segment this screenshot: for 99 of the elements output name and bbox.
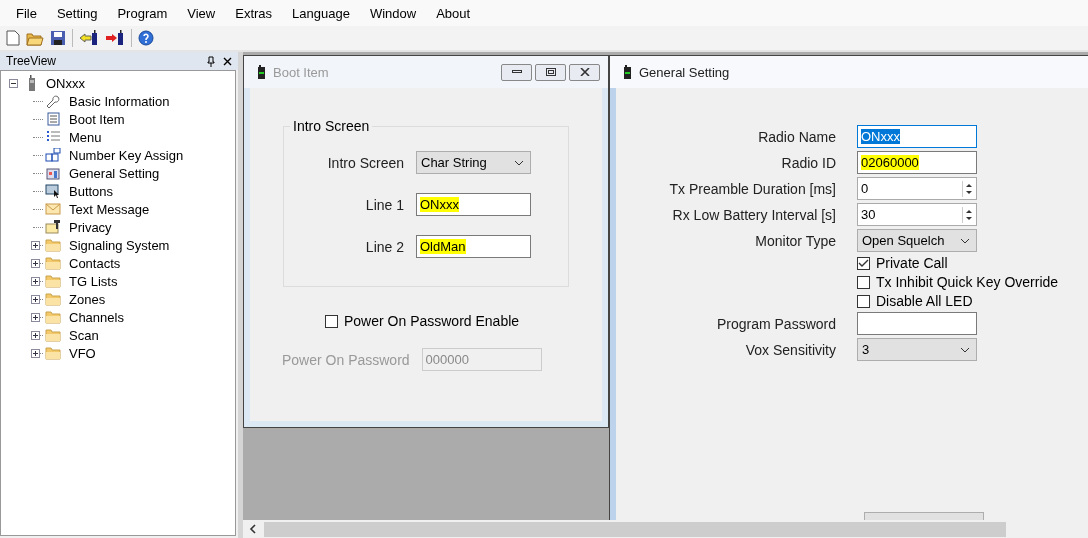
input-field[interactable]: ONxxx (857, 125, 977, 148)
input-field[interactable]: ONxxx (416, 193, 531, 216)
panel-title: TreeView (6, 54, 58, 68)
checkbox-label[interactable]: Power On Password Enable (344, 313, 520, 329)
tree-item[interactable]: Basic Information (69, 93, 170, 109)
tree-item[interactable]: ONxxx (46, 75, 85, 91)
field-label: Radio Name (757, 128, 836, 145)
folder-icon (45, 346, 61, 360)
checkbox[interactable] (325, 314, 338, 328)
spin-box[interactable]: 0 (857, 177, 977, 200)
tree-item[interactable]: Signaling System (69, 237, 170, 253)
input-field[interactable]: OldMan (416, 235, 531, 258)
close-button[interactable] (569, 63, 600, 81)
close-icon[interactable] (223, 56, 232, 66)
scrollbar-thumb[interactable] (264, 521, 1006, 537)
dropdown[interactable]: Open Squelch (857, 229, 977, 252)
field-label: Monitor Type (754, 232, 836, 249)
tree-item[interactable]: Zones (69, 291, 106, 307)
menu-title[interactable]: Program (107, 5, 178, 21)
window-title: General Setting (639, 64, 730, 80)
caret-icon (514, 159, 524, 166)
expand-icon[interactable] (31, 312, 40, 322)
checkbox[interactable] (857, 294, 870, 308)
folder-icon (45, 292, 61, 306)
folder-icon (45, 310, 61, 324)
tree-item[interactable]: Scan (69, 327, 99, 343)
expand-icon[interactable] (31, 240, 40, 250)
menu-title[interactable]: Window (359, 5, 427, 21)
expand-icon[interactable] (31, 294, 40, 304)
menu-title[interactable]: View (177, 5, 226, 21)
radio-icon (624, 65, 631, 79)
tree-item[interactable]: TG Lists (69, 273, 118, 289)
tree-item[interactable]: Boot Item (69, 111, 125, 127)
field-label: Line 2 (364, 238, 404, 255)
write-radio-icon[interactable] (105, 30, 125, 46)
menu-title[interactable]: About (426, 5, 481, 21)
caret-icon (960, 346, 970, 353)
expand-icon[interactable] (31, 330, 40, 340)
minimize-icon (511, 70, 522, 74)
field-label: Intro Screen (326, 154, 404, 171)
menu-title[interactable]: Language (282, 5, 360, 21)
checkbox-label[interactable]: Private Call (876, 255, 948, 271)
tree-item[interactable]: Number Key Assign (69, 147, 184, 163)
pin-icon[interactable] (207, 55, 215, 67)
menu-title[interactable]: Extras (225, 5, 283, 21)
radio-icon (28, 75, 36, 91)
menu-title[interactable]: Setting (46, 5, 108, 21)
grid-icon (45, 148, 61, 162)
expand-icon[interactable] (31, 258, 40, 268)
input-field[interactable]: 02060000 (857, 151, 977, 174)
tree-item[interactable]: Text Message (69, 201, 150, 217)
document-icon (45, 112, 61, 126)
spin-box[interactable]: 30 (857, 203, 977, 226)
field-label: Program Password (715, 315, 836, 332)
tree-item[interactable]: Menu (69, 129, 102, 145)
field-label: Tx Preamble Duration [ms] (668, 180, 836, 197)
envelope-icon (45, 202, 61, 216)
field-label: Rx Low Battery Interval [s] (671, 206, 836, 223)
checkbox-label[interactable]: Tx Inhibit Quick Key Override (876, 274, 1059, 290)
expand-icon[interactable] (31, 276, 40, 286)
tree-item[interactable]: VFO (69, 345, 96, 361)
field-label: Power On Password (282, 351, 410, 368)
field-label: Line 1 (364, 196, 404, 213)
dropdown[interactable]: 3 (857, 338, 977, 361)
checkbox[interactable] (857, 275, 870, 289)
help-icon[interactable] (138, 30, 154, 46)
tree-item[interactable]: Privacy (69, 219, 112, 235)
open-folder-icon[interactable] (26, 30, 44, 46)
window-title: Boot Item (273, 64, 329, 80)
collapse-icon[interactable] (9, 78, 18, 88)
field-label: Radio ID (780, 154, 836, 171)
wrench-icon (45, 94, 61, 108)
restore-icon (545, 68, 556, 76)
tree-item[interactable]: Channels (69, 309, 124, 325)
save-icon[interactable] (50, 30, 66, 46)
field-label: Vox Sensitivity (744, 341, 836, 358)
folder-icon (45, 328, 61, 342)
list-icon (45, 130, 61, 144)
new-file-icon[interactable] (6, 30, 20, 46)
dropdown[interactable]: Char String (416, 151, 531, 174)
folder-icon (45, 238, 61, 252)
folder-icon (45, 274, 61, 288)
close-icon (579, 68, 590, 76)
checkbox-label[interactable]: Disable All LED (876, 293, 973, 309)
caret-icon (960, 237, 970, 244)
checkbox[interactable] (857, 256, 870, 270)
tree-item[interactable]: Buttons (69, 183, 114, 199)
input-field[interactable] (857, 312, 977, 335)
restore-button[interactable] (535, 63, 566, 81)
radio-icon (258, 65, 265, 79)
tree-item[interactable]: Contacts (69, 255, 121, 271)
read-radio-icon[interactable] (79, 30, 99, 46)
folder-icon (45, 256, 61, 270)
group-title: Intro Screen (290, 118, 373, 134)
expand-icon[interactable] (31, 348, 40, 358)
minimize-button[interactable] (501, 63, 532, 81)
cursor-icon (45, 184, 61, 198)
menu-title[interactable]: File (6, 5, 47, 21)
tree-item[interactable]: General Setting (69, 165, 160, 181)
